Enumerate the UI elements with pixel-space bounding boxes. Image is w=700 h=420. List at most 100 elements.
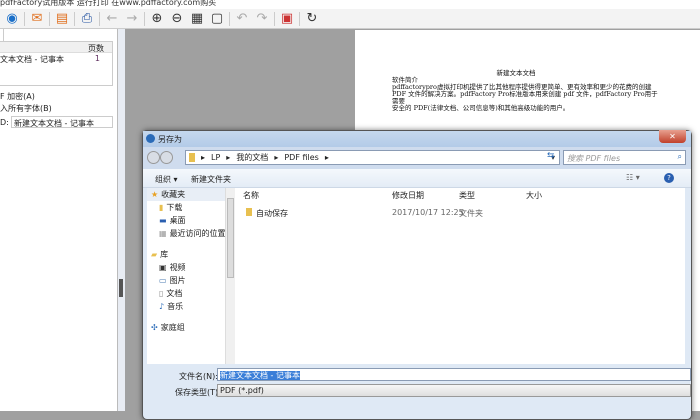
nav-item-label: 收藏夹 [161, 190, 186, 199]
page-title: 新建文本文档 [496, 69, 536, 77]
panel-splitter[interactable] [118, 29, 125, 411]
left-panel: 页数 文本文档 - 记事本 1 F 加密(A) 入所有字体(B) D: 新建文本文… [0, 29, 118, 411]
dialog-app-icon [146, 134, 155, 143]
forward-button[interactable] [160, 151, 173, 164]
nav-item-label: 家庭组 [160, 323, 185, 332]
title-input[interactable]: 新建文本文档 - 记事本 [11, 116, 113, 128]
file-list: 名称 修改日期 类型 大小 自动保存 2017/10/17 12:25 文件夹 [235, 188, 685, 364]
filetype-label: 保存类型(T): [175, 388, 221, 397]
search-input[interactable]: 搜索 PDF files ⌕ [563, 150, 686, 165]
download-folder-icon: ▮ [159, 203, 164, 212]
homegroup-icon: ✣ [151, 323, 158, 332]
dialog-title: 另存为 [158, 135, 182, 144]
refresh-button[interactable]: ⇆ [547, 151, 555, 161]
nav-item[interactable]: ▮ 下载 [147, 201, 235, 214]
filename-label: 文件名(N): [179, 372, 218, 381]
library-icon: ▰ [151, 250, 158, 259]
nav-item-label: 图片 [169, 276, 186, 285]
document-name: 文本文档 - 记事本 [0, 55, 64, 64]
column-date[interactable]: 修改日期 [392, 190, 424, 201]
nav-item[interactable]: ▭ 图片 [147, 274, 235, 287]
recent-places-icon: ▦ [159, 229, 167, 238]
view-options-icon[interactable]: ☷ ▾ [626, 173, 640, 182]
undo-icon[interactable]: ↶ [234, 11, 250, 27]
column-size[interactable]: 大小 [526, 190, 542, 201]
column-type[interactable]: 类型 [459, 190, 475, 201]
breadcrumb-item[interactable]: 我的文档 [236, 152, 268, 163]
zoom-in-icon[interactable]: ⊕ [149, 11, 165, 27]
column-headers: 名称 修改日期 类型 大小 [235, 188, 685, 202]
file-type: 文件夹 [459, 209, 483, 218]
breadcrumb-item[interactable]: LP [211, 153, 220, 162]
send-icon[interactable]: ◉ [4, 11, 20, 27]
encrypt-option[interactable]: F 加密(A) [0, 91, 35, 102]
address-bar[interactable]: ▸ LP ▸ 我的文档 ▸ PDF files ▸ ▾ [185, 150, 560, 165]
nav-item[interactable]: ♪ 音乐 [147, 300, 235, 313]
close-button[interactable]: ✕ [659, 130, 686, 143]
nav-item-label: 桌面 [169, 216, 186, 225]
title-label: D: [0, 118, 9, 127]
navigation-pane: ★ 收藏夹 ▮ 下载 ▬ 桌面 ▦ 最近访问的位置 ▰ 库 ▣ 视频 ▭ 图片 ▯ 文档 ♪ 音乐 ✣ 家庭组 [147, 188, 235, 364]
back-icon[interactable]: ← [104, 11, 120, 27]
breadcrumb-item[interactable]: PDF files [284, 153, 318, 162]
pictures-icon: ▭ [159, 276, 167, 285]
documents-icon: ▯ [159, 289, 164, 298]
nav-item[interactable]: ▰ 库 [147, 248, 235, 261]
nav-item[interactable]: ▬ 桌面 [147, 214, 235, 227]
desktop-icon: ▬ [159, 216, 167, 225]
nav-item[interactable]: ★ 收藏夹 [147, 188, 235, 201]
document-row[interactable]: 文本文档 - 记事本 1 [0, 53, 112, 64]
nav-item-label: 文档 [166, 289, 183, 298]
nav-item-label: 视频 [169, 263, 186, 272]
nav-item[interactable]: ▯ 文档 [147, 287, 235, 300]
forward-icon[interactable]: → [124, 11, 140, 27]
nav-item-label: 最近访问的位置 [169, 229, 226, 238]
search-placeholder: 搜索 PDF files [567, 154, 621, 163]
file-name: 自动保存 [256, 209, 288, 218]
search-icon: ⌕ [677, 152, 682, 161]
window-title: pdfFactory试用版本 运行打印 在www.pdffactory.com购… [0, 0, 700, 9]
document-list[interactable]: 页数 文本文档 - 记事本 1 [0, 41, 113, 86]
file-row[interactable]: 自动保存 2017/10/17 12:25 文件夹 [235, 206, 685, 220]
embed-fonts-option[interactable]: 入所有字体(B) [0, 103, 52, 114]
redo-icon[interactable]: ↷ [254, 11, 270, 27]
organize-button[interactable]: 组织 ▾ [155, 174, 178, 185]
save-as-dialog: 另存为 ✕ ▸ LP ▸ 我的文档 ▸ PDF files ▸ ▾ ⇆ 搜索 PDF … [142, 130, 692, 420]
nav-item[interactable]: ▣ 视频 [147, 261, 235, 274]
breadcrumb-sep-icon: ▸ [201, 153, 206, 162]
page-line: PDF 文件的解决方案。pdfFactory Pro标准版本用来创建 pdf 文… [392, 90, 658, 98]
folder-icon [189, 153, 195, 162]
refresh-icon[interactable]: ↻ [304, 11, 320, 27]
nav-item[interactable]: ✣ 家庭组 [147, 321, 235, 334]
print-icon[interactable]: ⎙ [79, 11, 95, 27]
help-icon[interactable]: ? [664, 173, 674, 183]
fit-page-icon[interactable]: ▢ [209, 11, 225, 27]
folder-icon [246, 208, 252, 216]
delete-page-icon[interactable]: ▣ [279, 11, 295, 27]
music-icon: ♪ [159, 302, 165, 311]
thumbnails-icon[interactable]: ▦ [189, 11, 205, 27]
filetype-select[interactable]: PDF (*.pdf) [217, 384, 691, 397]
filetype-value: PDF (*.pdf) [220, 386, 264, 395]
nav-scrollbar[interactable] [225, 188, 235, 364]
nav-item-label: 下载 [166, 203, 183, 212]
back-button[interactable] [147, 151, 160, 164]
file-date: 2017/10/17 12:25 [392, 208, 464, 217]
breadcrumb-sep-icon: ▸ [324, 153, 329, 162]
save-icon[interactable]: ▤ [54, 11, 70, 27]
toolbar: ◉ ✉ ▤ ⎙ ← → ⊕ ⊖ ▦ ▢ ↶ ↷ ▣ ↻ [0, 9, 700, 29]
video-icon: ▣ [159, 263, 167, 272]
filename-value: 新建文本文档 - 记事本 [220, 371, 300, 380]
star-icon: ★ [151, 190, 159, 199]
breadcrumb-sep-icon: ▸ [226, 153, 231, 162]
column-name[interactable]: 名称 [243, 190, 259, 201]
nav-item-label: 音乐 [167, 302, 184, 311]
breadcrumb-sep-icon: ▸ [274, 153, 279, 162]
zoom-out-icon[interactable]: ⊖ [169, 11, 185, 27]
nav-item-label: 库 [160, 250, 169, 259]
new-folder-button[interactable]: 新建文件夹 [191, 174, 231, 185]
filename-input[interactable]: 新建文本文档 - 记事本 [217, 368, 691, 381]
document-page-count: 1 [94, 54, 100, 63]
email-icon[interactable]: ✉ [29, 11, 45, 27]
nav-item[interactable]: ▦ 最近访问的位置 [147, 227, 235, 240]
